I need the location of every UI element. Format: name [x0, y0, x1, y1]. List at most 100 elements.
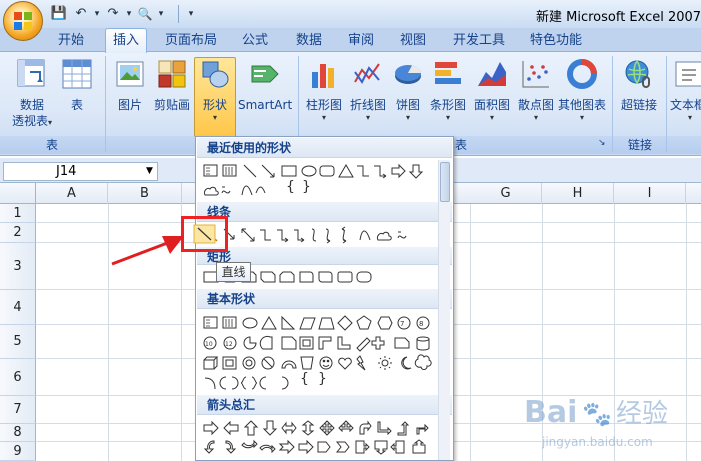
no-symbol-icon[interactable]	[261, 356, 275, 370]
picture-button[interactable]: 图片	[110, 58, 150, 134]
scribble-line-icon[interactable]	[397, 231, 407, 239]
select-all-corner[interactable]	[0, 183, 36, 204]
tab-review[interactable]: 审阅	[348, 31, 374, 52]
row-header-2[interactable]: 2	[0, 223, 36, 243]
freeform-line-icon[interactable]	[377, 231, 392, 241]
heptagon-icon[interactable]: 7	[397, 316, 411, 330]
left-brace-shape-icon[interactable]: {	[286, 179, 295, 195]
up-down-arrow-icon[interactable]	[301, 420, 315, 436]
tab-page-layout[interactable]: 页面布局	[165, 31, 217, 52]
column-chart-button[interactable]: 柱形图 ▾	[302, 58, 346, 134]
chord-icon[interactable]	[259, 335, 273, 350]
curve-shape-icon[interactable]	[255, 186, 266, 194]
cloud-icon[interactable]	[414, 354, 432, 371]
tab-developer[interactable]: 开发工具	[453, 31, 505, 52]
down-arrow-shape-icon[interactable]	[408, 164, 424, 179]
column-header-h[interactable]: H	[542, 183, 614, 204]
freeform-shape-icon[interactable]	[204, 186, 219, 196]
folded-corner-icon[interactable]	[300, 356, 314, 370]
column-header-i[interactable]: I	[614, 183, 686, 204]
bent-arrow-icon[interactable]	[359, 420, 372, 435]
row-header-4[interactable]: 4	[0, 290, 36, 325]
row-header-3[interactable]: 3	[0, 243, 36, 290]
left-right-up-arrow-icon[interactable]	[338, 420, 354, 433]
curve-line-icon[interactable]	[359, 230, 371, 241]
arrow-line-shape-icon[interactable]	[261, 164, 275, 178]
hyperlink-button[interactable]: 超链接	[616, 58, 662, 134]
pie-chart-button[interactable]: 饼图 ▾	[390, 58, 426, 134]
block-right-arrow-icon[interactable]	[203, 420, 219, 436]
curved-arrow-connector-icon[interactable]	[325, 228, 331, 244]
line-shape-icon[interactable]	[243, 164, 257, 178]
tab-special-features[interactable]: 特色功能	[530, 31, 582, 52]
donut-icon[interactable]	[242, 356, 256, 370]
right-arrow-callout-icon[interactable]	[355, 440, 370, 454]
teardrop-icon[interactable]	[281, 336, 297, 350]
double-bracket-icon[interactable]	[219, 376, 239, 390]
table-button[interactable]: 表	[60, 58, 94, 134]
triangle-shape-icon[interactable]	[338, 164, 354, 178]
left-right-arrow-icon[interactable]	[281, 421, 297, 435]
octagon-icon[interactable]: 8	[416, 316, 430, 330]
plaque-icon[interactable]	[394, 337, 410, 349]
diamond-icon[interactable]	[337, 315, 353, 331]
frame-icon[interactable]	[299, 336, 314, 350]
elbow-arrow-connector-shape-icon[interactable]	[374, 165, 387, 179]
vertical-textbox-shape-icon[interactable]	[222, 164, 237, 177]
bent-up-arrow-icon[interactable]	[416, 423, 429, 435]
curved-down-arrow-icon[interactable]	[259, 444, 276, 454]
l-shape-icon[interactable]	[337, 336, 351, 350]
right-arrow-shape-icon[interactable]	[391, 163, 406, 179]
cube-icon[interactable]	[203, 356, 219, 370]
basic-oval-icon[interactable]	[242, 317, 258, 329]
curved-right-arrow-icon[interactable]	[203, 440, 215, 454]
right-triangle-icon[interactable]	[281, 315, 296, 330]
scribble-shape-icon[interactable]	[221, 186, 231, 194]
block-up-arrow-icon[interactable]	[243, 420, 259, 436]
row-header-8[interactable]: 8	[0, 424, 36, 442]
block-left-arrow-icon[interactable]	[223, 420, 239, 436]
basic-triangle-icon[interactable]	[261, 316, 277, 330]
tab-data[interactable]: 数据	[296, 31, 322, 52]
elbow-double-arrow-connector-icon[interactable]	[294, 229, 305, 243]
down-arrow-callout-icon[interactable]	[374, 440, 388, 455]
tab-insert[interactable]: 插入	[105, 28, 147, 53]
left-arrow-callout-icon[interactable]	[390, 440, 405, 454]
row-header-9[interactable]: 9	[0, 442, 36, 461]
save-icon[interactable]: 💾	[50, 6, 68, 22]
text-box-button[interactable]: 文本框 ▾	[670, 58, 701, 134]
elbow-connector-icon[interactable]	[260, 229, 271, 241]
shapes-button[interactable]: 形状 ▾	[194, 58, 236, 134]
round-corner-rectangle-icon[interactable]	[299, 271, 314, 283]
customize-toolbar-icon[interactable]: ▾	[182, 6, 200, 22]
curved-connector-icon[interactable]	[311, 228, 317, 242]
can-icon[interactable]	[416, 336, 430, 351]
sun-icon[interactable]	[378, 356, 392, 370]
smartart-button[interactable]: SmartArt	[238, 58, 292, 134]
line-chart-button[interactable]: 折线图 ▾	[346, 58, 390, 134]
rectangle-shape-icon[interactable]	[281, 165, 297, 177]
right-bracket-icon[interactable]	[281, 376, 289, 390]
double-brace-icon[interactable]	[240, 376, 258, 390]
heart-icon[interactable]	[338, 357, 352, 370]
arc-basic-icon[interactable]	[204, 377, 216, 390]
parallelogram-icon[interactable]	[299, 317, 316, 330]
curved-left-arrow-icon[interactable]	[225, 440, 237, 454]
clip-art-button[interactable]: 剪贴画	[150, 58, 194, 134]
trapezoid-icon[interactable]	[318, 317, 335, 330]
left-bracket-icon[interactable]	[259, 376, 267, 390]
cross-shape-icon[interactable]	[371, 336, 385, 350]
row-header-5[interactable]: 5	[0, 325, 36, 359]
oval-shape-icon[interactable]	[301, 165, 317, 177]
bevel-icon[interactable]	[222, 356, 237, 370]
lightning-bolt-icon[interactable]	[356, 355, 366, 371]
basic-vertical-textbox-icon[interactable]	[222, 316, 237, 329]
basic-right-brace-icon[interactable]: }	[318, 371, 327, 387]
block-arc-icon[interactable]	[281, 360, 297, 369]
column-header-b[interactable]: B	[108, 183, 182, 204]
rounded-rect-2-icon[interactable]	[356, 271, 372, 283]
bar-chart-button[interactable]: 条形图 ▾	[426, 58, 470, 134]
tab-home[interactable]: 开始	[58, 31, 84, 52]
block-down-arrow-icon[interactable]	[262, 420, 278, 436]
charts-dialog-launcher-icon[interactable]: ↘	[598, 138, 606, 148]
